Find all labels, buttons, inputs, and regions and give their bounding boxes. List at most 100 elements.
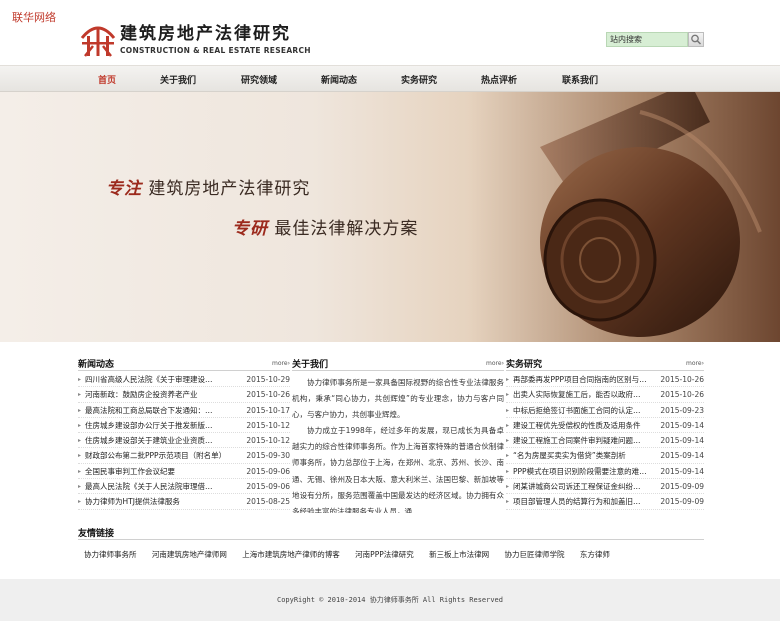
list-item[interactable]: ▸ 闭某讲城商公司诉还工程保证金纠纷… 2015-09-09 [506, 479, 704, 495]
bullet-arrow-icon: ▸ [506, 467, 510, 475]
friendly-link[interactable]: 河南PPP法律研究 [355, 550, 414, 559]
list-item[interactable]: ▸ 河南新政：鼓励房企投资养老产业 2015-10-26 [78, 387, 290, 403]
about-section: 关于我们 more› 协力律师事务所是一家具备国际视野的综合性专业法律服务机构，… [292, 357, 504, 513]
news-item-date: 2015-09-30 [246, 451, 290, 461]
news-item-date: 2015-10-12 [246, 436, 290, 446]
about-more-link[interactable]: more› [486, 360, 504, 367]
main-nav: 首页 关于我们 研究领域 新闻动态 实务研究 热点评析 联系我们 [0, 65, 780, 92]
practice-item-date: 2015-10-26 [660, 375, 704, 384]
nav-news[interactable]: 新闻动态 [321, 73, 357, 86]
practice-item-title: “名为房屋买卖实为借贷”类案剖析 [513, 451, 626, 461]
practice-item-date: 2015-09-09 [660, 497, 704, 507]
bullet-arrow-icon: ▸ [506, 406, 510, 414]
site-logo[interactable]: 建筑房地产法律研究 CONSTRUCTION & REAL ESTATE RES… [78, 16, 311, 60]
nav-research-fields[interactable]: 研究领域 [241, 73, 277, 86]
copyright-text: CopyRight © 2010-2014 协力律师事务所 All Rights… [276, 596, 503, 604]
nav-home[interactable]: 首页 [98, 73, 116, 86]
list-item[interactable]: ▸ 项目部管理人员的结算行为和加盖旧… 2015-09-09 [506, 494, 704, 510]
practice-item-title: PPP模式在项目识别阶段需要注意的难… [513, 466, 647, 476]
list-item[interactable]: ▸ PPP模式在项目识别阶段需要注意的难… 2015-09-14 [506, 464, 704, 480]
practice-more-link[interactable]: more› [686, 360, 704, 367]
footer: CopyRight © 2010-2014 协力律师事务所 All Rights… [0, 579, 780, 621]
list-item[interactable]: ▸ 最高人民法院《关于人民法院审理借… 2015-09-06 [78, 479, 290, 495]
list-item[interactable]: ▸ 四川省高级人民法院《关于审理建设… 2015-10-29 [78, 372, 290, 388]
banner-line-2: 专研 最佳法律解决方案 [232, 214, 418, 239]
list-item[interactable]: ▸ 出卖人实际恢复施工后，能否以政府… 2015-10-26 [506, 387, 704, 403]
bullet-arrow-icon: ▸ [78, 483, 82, 491]
hero-banner: 专注 建筑房地产法律研究 专研 最佳法律解决方案 [0, 92, 780, 342]
practice-item-title: 建设工程施工合同案件审判疑难问题… [513, 436, 641, 446]
list-item[interactable]: ▸ 全国民事审判工作会议纪要 2015-09-06 [78, 464, 290, 480]
links-title: 友情链接 [78, 529, 115, 539]
practice-item-title: 项目部管理人员的结算行为和加盖旧… [513, 497, 641, 507]
about-paragraph-2: 协力成立于1998年，经过多年的发展，现已成长为具备卓越实力的综合性律师事务所。… [292, 426, 504, 513]
news-item-date: 2015-09-06 [246, 466, 290, 476]
search-icon [691, 34, 702, 45]
banner-line-1: 专注 建筑房地产法律研究 [106, 174, 310, 199]
news-item-date: 2015-10-12 [246, 420, 290, 430]
news-item-title: 最高人民法院《关于人民法院审理借… [85, 482, 213, 492]
list-item[interactable]: ▸ 再部委再发PPP项目合同指南的区别与… 2015-10-26 [506, 372, 704, 388]
friendly-link[interactable]: 协力律师事务所 [84, 550, 137, 559]
friendly-link[interactable]: 河南建筑房地产律师网 [152, 550, 227, 559]
news-item-title: 四川省高级人民法院《关于审理建设… [85, 375, 213, 384]
news-item-title: 协力律师为HTJ提供法律服务 [85, 497, 180, 507]
practice-item-title: 建设工程优先受偿权的性质及适用条件 [513, 420, 641, 430]
bullet-arrow-icon: ▸ [506, 421, 510, 429]
news-title: 新闻动态 [78, 360, 115, 370]
friendly-link[interactable]: 东方律师 [580, 550, 610, 559]
news-more-link[interactable]: more› [272, 360, 290, 367]
bullet-arrow-icon: ▸ [78, 406, 82, 414]
banner-line-2-prefix: 专研 [232, 219, 268, 239]
news-list: ▸ 四川省高级人民法院《关于审理建设… 2015-10-29 ▸ 河南新政：鼓励房企投… [78, 372, 290, 510]
news-item-date: 2015-08-25 [246, 497, 290, 507]
friendly-link[interactable]: 上海市建筑房地产律师的博客 [242, 550, 340, 559]
news-item-date: 2015-09-06 [246, 482, 290, 492]
practice-item-date: 2015-09-14 [660, 451, 704, 461]
practice-header: 实务研究 more› [506, 357, 704, 371]
bullet-arrow-icon: ▸ [78, 452, 82, 460]
list-item[interactable]: ▸ 住房城乡建设部办公厅关于推发新版… 2015-10-12 [78, 418, 290, 434]
news-item-title: 住房城乡建设部关于建筑业企业资质… [85, 436, 213, 446]
practice-item-date: 2015-10-26 [660, 390, 704, 400]
about-paragraph-1: 协力律师事务所是一家具备国际视野的综合性专业法律服务机构，秉承“同心协力，共创辉… [292, 378, 504, 420]
news-item-date: 2015-10-26 [246, 390, 290, 400]
search-input[interactable] [606, 32, 688, 47]
practice-item-title: 再部委再发PPP项目合同指南的区别与… [513, 375, 647, 384]
list-item[interactable]: ▸ 住房城乡建设部关于建筑业企业资质… 2015-10-12 [78, 433, 290, 449]
list-item[interactable]: ▸ 协力律师为HTJ提供法律服务 2015-08-25 [78, 494, 290, 510]
news-item-title: 最高法院和工商总局联合下发通知：… [85, 405, 213, 415]
practice-title: 实务研究 [506, 360, 543, 370]
bullet-arrow-icon: ▸ [78, 498, 82, 506]
news-item-date: 2015-10-29 [246, 375, 290, 384]
news-header: 新闻动态 more› [78, 357, 290, 371]
friendly-link[interactable]: 协力巨匠律师学院 [505, 550, 565, 559]
nav-practice[interactable]: 实务研究 [401, 73, 437, 86]
bullet-arrow-icon: ▸ [506, 452, 510, 460]
bullet-arrow-icon: ▸ [78, 421, 82, 429]
bullet-arrow-icon: ▸ [78, 437, 82, 445]
practice-item-date: 2015-09-09 [660, 482, 704, 492]
list-item[interactable]: ▸ 最高法院和工商总局联合下发通知：… 2015-10-17 [78, 403, 290, 418]
nav-contact[interactable]: 联系我们 [562, 73, 598, 86]
page: 联华网络 建筑房地产法律研究 CONSTRUCTION & REAL ESTAT… [0, 0, 780, 621]
search-button[interactable] [688, 32, 704, 47]
news-item-date: 2015-10-17 [246, 405, 290, 415]
nav-about[interactable]: 关于我们 [160, 73, 196, 86]
friendly-link[interactable]: 新三板上市法律网 [429, 550, 489, 559]
list-item[interactable]: ▸ 建设工程优先受偿权的性质及适用条件 2015-09-14 [506, 418, 704, 434]
list-item[interactable]: ▸ 财政部公布第二批PPP示范项目（附名单） 2015-09-30 [78, 448, 290, 464]
practice-item-date: 2015-09-23 [660, 405, 704, 415]
search-box [606, 32, 704, 47]
list-item[interactable]: ▸ 中标后拒绝签订书面施工合同的认定… 2015-09-23 [506, 403, 704, 418]
news-item-title: 全国民事审判工作会议纪要 [85, 466, 175, 476]
practice-more-label: more [686, 360, 702, 367]
about-header: 关于我们 more› [292, 357, 504, 371]
news-section: 新闻动态 more› ▸ 四川省高级人民法院《关于审理建设… 2015-10-29 … [78, 357, 290, 510]
friendly-links: 协力律师事务所 河南建筑房地产律师网 上海市建筑房地产律师的博客 河南PPP法律… [84, 549, 623, 560]
news-item-title: 住房城乡建设部办公厅关于推发新版… [85, 420, 213, 430]
list-item[interactable]: ▸ “名为房屋买卖实为借贷”类案剖析 2015-09-14 [506, 448, 704, 464]
list-item[interactable]: ▸ 建设工程施工合同案件审判疑难问题… 2015-09-14 [506, 433, 704, 449]
nav-hot-topics[interactable]: 热点评析 [481, 73, 517, 86]
bullet-arrow-icon: ▸ [78, 376, 82, 383]
